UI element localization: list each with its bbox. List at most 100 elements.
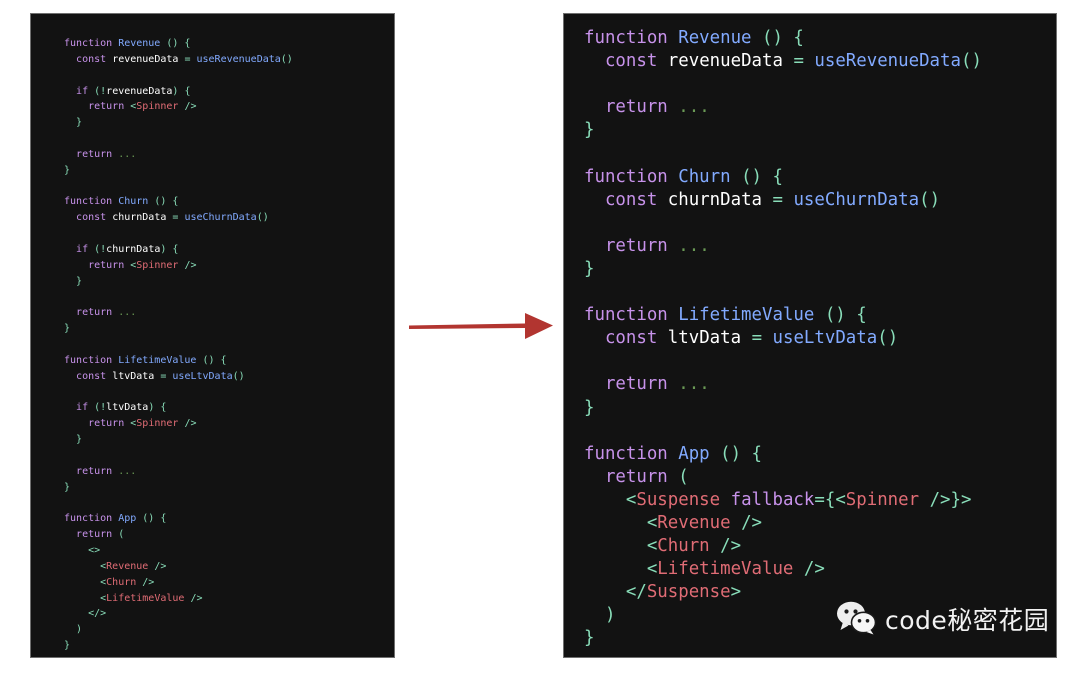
code-token: Revenue [657,512,731,533]
code-token: /> [178,101,197,113]
code-token: revenueData [106,85,173,97]
code-token: } [584,120,595,141]
code-token: const [604,189,658,210]
code-token: ) { [160,243,179,255]
code-token: () { [196,354,227,366]
code-line: return <Spinner /> [64,416,394,432]
code-token: </> [64,608,107,620]
code-line: return <Spinner /> [64,258,394,274]
code-line: <Churn /> [584,535,1056,558]
code-line: return ... [584,96,1056,119]
code-token: const [76,53,107,65]
code-line: return ... [584,235,1056,258]
code-line: const ltvData = useLtvData() [64,369,394,385]
code-token: < [584,512,658,533]
code-token: ltvData [112,370,155,382]
code-line: <> [64,543,394,559]
code-token: < [584,489,637,510]
code-token: Revenue [118,38,161,49]
code-line: return ... [64,305,394,321]
code-token: revenueData [667,51,783,72]
code-token: useChurnData [184,212,257,224]
code-token: useChurnData [793,189,920,210]
code-token: if [76,85,89,97]
code-token: < [64,576,107,588]
code-token: /> [136,576,155,588]
code-line: <LifetimeValue /> [584,558,1056,581]
code-line: </> [64,606,394,622]
code-token: function [64,354,119,366]
code-token: () [280,53,293,65]
code-token: App [118,513,137,525]
code-line: } [64,163,394,179]
code-token: Revenue [106,560,149,572]
code-token: () { [136,513,167,525]
code-token: ={< [814,489,846,510]
code-token: ( [112,529,125,541]
code-line: return ... [64,147,394,163]
code-token: } [64,275,83,287]
code-token: LifetimeValue [657,559,794,580]
code-token: function [64,196,119,208]
code-token: App [678,443,710,464]
code-token: Spinner [845,489,920,510]
code-line: } [584,258,1056,281]
code-token: const [604,328,658,349]
code-token: () [919,189,941,210]
code-token: return [88,101,125,113]
code-token: LifetimeValue [106,592,185,604]
code-line: return ... [584,373,1056,396]
code-line: } [64,432,394,448]
code-token: > [730,582,742,603]
code-token: () { [709,443,763,464]
watermark-text: code秘密花园 [885,605,1050,635]
code-token: () [232,370,245,382]
transition-arrow [407,305,555,347]
code-token: } [64,481,71,493]
code-line: if (!revenueData) { [64,84,394,100]
code-token: () { [730,166,783,187]
code-token: if [76,243,89,255]
code-line: const churnData = useChurnData() [64,210,394,226]
code-token: useLtvData [772,328,878,349]
code-token: /> [730,512,763,533]
code-token: ( [88,243,101,255]
code-token: Suspense [636,489,721,510]
code-token: Spinner [136,418,179,430]
code-token: = [782,51,815,72]
code-token: useRevenueData [814,51,961,72]
code-line: <Churn /> [64,575,394,591]
code-token: return [88,418,125,430]
code-token: churnData [667,189,763,210]
code-token: return [604,374,668,395]
code-token: return [76,529,113,541]
code-line: function LifetimeValue () { [64,353,394,369]
code-token: < [64,560,107,572]
code-token: <> [64,545,101,556]
code-token: () { [814,305,867,326]
code-line: function Revenue () { [64,36,394,52]
code-token: = [166,212,185,224]
